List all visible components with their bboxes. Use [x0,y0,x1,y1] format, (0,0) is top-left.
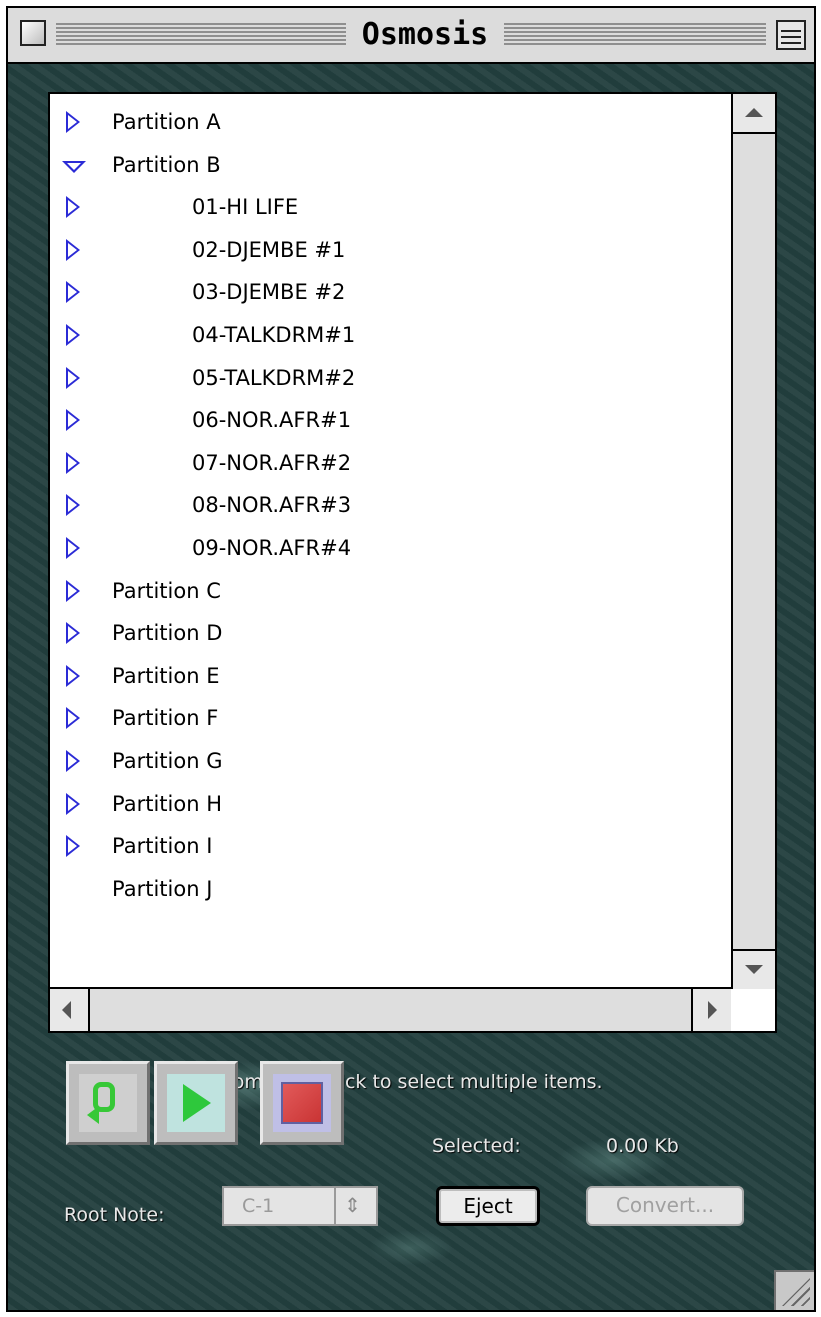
tree-row-label: Partition I [112,834,213,859]
disclosure-triangle-right-icon[interactable] [66,537,80,559]
selected-size-value: 0.00 Kb [606,1135,679,1157]
tree-row-label: Partition B [112,152,221,177]
scroll-up-button[interactable] [733,94,775,134]
vertical-scrollbar[interactable] [731,94,775,989]
tree-row-label: Partition H [112,791,222,816]
scroll-corner [731,987,775,1031]
root-note-popup[interactable]: C-1 ⇕ [222,1186,378,1226]
play-button[interactable] [154,1061,238,1145]
tree-row-label: 03-DJEMBE #2 [192,280,346,305]
disclosure-triangle-right-icon[interactable] [66,792,80,815]
tree-row-label: 06-NOR.AFR#1 [192,408,352,433]
tree-row[interactable]: 01-HI LIFE [50,187,731,227]
partition-list-frame: Partition A Partition B 01-HI LIFE 02-DJEMB… [48,92,777,1033]
tree-row[interactable]: 06-NOR.AFR#1 [50,400,731,440]
tree-row-label: Partition A [112,110,221,134]
disclosure-triangle-right-icon[interactable] [66,196,80,219]
tree-row-label: 05-TALKDRM#2 [192,365,356,390]
tree-row-label: Partition E [112,663,220,688]
tree-row[interactable]: Partition F [50,698,731,738]
up-down-arrows-icon: ⇕ [344,1193,361,1217]
disclosure-triangle-right-icon[interactable] [66,451,80,474]
title-bar[interactable]: Osmosis [8,8,814,64]
disclosure-triangle-right-icon[interactable] [66,238,80,261]
tree-row-label: Partition G [112,749,223,773]
disclosure-triangle-right-icon[interactable] [66,324,80,346]
tree-row-label: Partition C [112,578,221,603]
scroll-down-button[interactable] [733,949,775,989]
disclosure-triangle-right-icon[interactable] [66,707,80,730]
selected-label: Selected: [432,1135,521,1157]
tree-row[interactable]: 07-NOR.AFR#2 [50,443,731,483]
scroll-left-button[interactable] [50,989,90,1031]
scroll-right-button[interactable] [691,989,731,1031]
loop-arrow-icon [79,1074,137,1132]
tree-row-label: 07-NOR.AFR#2 [192,450,352,475]
stop-icon [273,1074,331,1132]
disclosure-triangle-right-icon[interactable] [66,281,80,304]
tree-row-label: Partition J [112,876,213,901]
tree-row-label: Partition D [112,621,223,646]
tree-row[interactable]: 05-TALKDRM#2 [50,358,731,398]
play-icon [167,1074,225,1132]
window-content: Partition A Partition B 01-HI LIFE 02-DJEMB… [8,64,814,1310]
disclosure-triangle-right-icon[interactable] [66,835,80,858]
loop-button[interactable] [66,1061,150,1145]
tree-row[interactable]: 09-NOR.AFR#4 [50,528,731,568]
stop-button[interactable] [260,1061,344,1145]
tree-row-label: 09-NOR.AFR#4 [192,536,352,560]
tree-row[interactable]: Partition D [50,613,731,653]
disclosure-triangle-right-icon[interactable] [66,579,80,602]
disclosure-triangle-right-icon[interactable] [66,664,80,687]
tree-row-label: 01-HI LIFE [192,195,299,220]
resize-grip[interactable] [774,1270,814,1310]
tree-row[interactable]: Partition E [50,656,731,696]
tree-row[interactable]: 02-DJEMBE #1 [50,230,731,270]
horizontal-scrollbar[interactable] [50,987,731,1031]
disclosure-triangle-right-icon[interactable] [66,750,80,772]
disclosure-triangle-down-icon[interactable] [62,160,86,173]
window-title: Osmosis [350,18,500,52]
osmosis-window: Osmosis Partition A Partition B 01-HI LIFE… [6,6,816,1312]
tree-row-label: 02-DJEMBE #1 [192,237,346,262]
tree-row[interactable]: Partition H [50,784,731,824]
disclosure-triangle-right-icon[interactable] [66,494,80,517]
tree-row-label: 08-NOR.AFR#3 [192,493,352,518]
tree-row[interactable]: Partition I [50,826,731,866]
root-note-value: C-1 [242,1195,275,1217]
tree-row[interactable]: Partition C [50,571,731,611]
tree-row[interactable]: Partition B [50,145,731,185]
disclosure-triangle-right-icon[interactable] [66,409,80,432]
tree-row[interactable]: Partition A [50,102,731,142]
disclosure-triangle-right-icon[interactable] [66,111,80,133]
eject-button[interactable]: Eject [436,1186,540,1226]
disclosure-triangle-right-icon[interactable] [66,366,80,389]
tree-row[interactable]: Partition G [50,741,731,781]
collapse-box[interactable] [776,20,806,50]
disclosure-triangle-right-icon[interactable] [66,622,80,645]
root-note-label: Root Note: [64,1204,165,1226]
partition-tree[interactable]: Partition A Partition B 01-HI LIFE 02-DJEMB… [50,94,731,989]
close-box[interactable] [20,20,46,46]
tree-row-label: Partition F [112,706,219,731]
tree-row-label: 04-TALKDRM#1 [192,323,356,347]
tree-row[interactable]: 08-NOR.AFR#3 [50,485,731,525]
convert-button[interactable]: Convert... [586,1186,744,1226]
tree-row[interactable]: 04-TALKDRM#1 [50,315,731,355]
tree-row[interactable]: 03-DJEMBE #2 [50,272,731,312]
tree-row[interactable]: Partition J [50,869,731,909]
